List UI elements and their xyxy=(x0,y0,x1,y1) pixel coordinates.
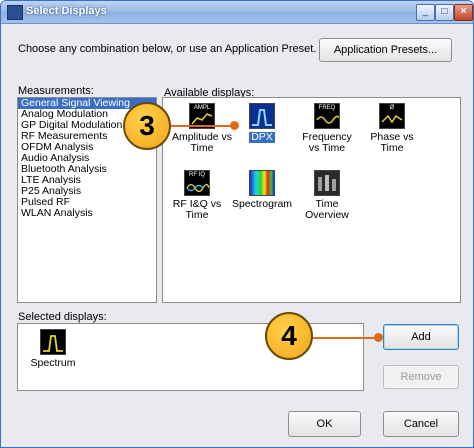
display-label: Spectrogram xyxy=(231,198,293,210)
list-item[interactable]: WLAN Analysis xyxy=(18,208,156,219)
phase-vs-time-icon: Ø xyxy=(379,103,405,129)
minimize-button[interactable]: _ xyxy=(416,4,435,21)
display-tile-rf-iq-vs-time[interactable]: RF IQ RF I&Q vs Time xyxy=(166,170,228,221)
close-button[interactable]: × xyxy=(454,4,473,21)
ok-button[interactable]: OK xyxy=(288,411,361,437)
remove-button[interactable]: Remove xyxy=(383,365,459,389)
display-label: Frequency vs Time xyxy=(302,131,352,154)
cancel-button[interactable]: Cancel xyxy=(383,411,459,437)
display-tile-spectrogram[interactable]: Spectrogram xyxy=(231,170,293,210)
rf-iq-vs-time-icon: RF IQ xyxy=(184,170,210,196)
spectrum-icon xyxy=(40,329,66,355)
selected-displays-label: Selected displays: xyxy=(18,311,107,323)
instruction-text: Choose any combination below, or use an … xyxy=(18,43,317,55)
callout-4-dot xyxy=(374,333,383,342)
add-button[interactable]: Add xyxy=(383,324,459,350)
display-tile-phase-vs-time[interactable]: Ø Phase vs Time xyxy=(361,103,423,154)
display-label: Phase vs Time xyxy=(370,131,414,154)
measurements-label: Measurements: xyxy=(18,85,94,97)
display-label: DPX xyxy=(249,131,275,143)
application-presets-button[interactable]: Application Presets... xyxy=(319,38,452,62)
callout-4: 4 xyxy=(265,312,313,360)
callout-3: 3 xyxy=(123,102,171,150)
display-tile-amplitude-vs-time[interactable]: AMPL Amplitude vs Time xyxy=(171,103,233,154)
callout-3-dot xyxy=(230,121,239,130)
time-overview-icon xyxy=(314,170,340,196)
maximize-button[interactable]: □ xyxy=(435,4,454,21)
frequency-vs-time-icon: FREQ xyxy=(314,103,340,129)
display-label: RF I&Q vs Time xyxy=(172,198,222,221)
spectrogram-icon xyxy=(249,170,275,196)
title-bar: Select Displays _ □ × xyxy=(1,1,473,24)
select-displays-dialog: Select Displays _ □ × Choose any combina… xyxy=(0,0,474,448)
callout-3-leader xyxy=(161,125,233,127)
display-tile-frequency-vs-time[interactable]: FREQ Frequency vs Time xyxy=(296,103,358,154)
display-label: Spectrum xyxy=(30,357,76,369)
display-label: Time Overview xyxy=(305,198,349,221)
dpx-icon xyxy=(249,103,275,129)
display-tile-dpx[interactable]: DPX xyxy=(231,103,293,143)
selected-tile-spectrum[interactable]: Spectrum xyxy=(22,329,84,369)
available-displays-list[interactable]: AMPL Amplitude vs Time DPX FREQ Frequenc… xyxy=(162,97,461,303)
window-title: Select Displays xyxy=(26,5,107,17)
display-tile-time-overview[interactable]: Time Overview xyxy=(296,170,358,221)
display-label: Amplitude vs Time xyxy=(171,131,233,154)
app-icon xyxy=(7,5,23,20)
